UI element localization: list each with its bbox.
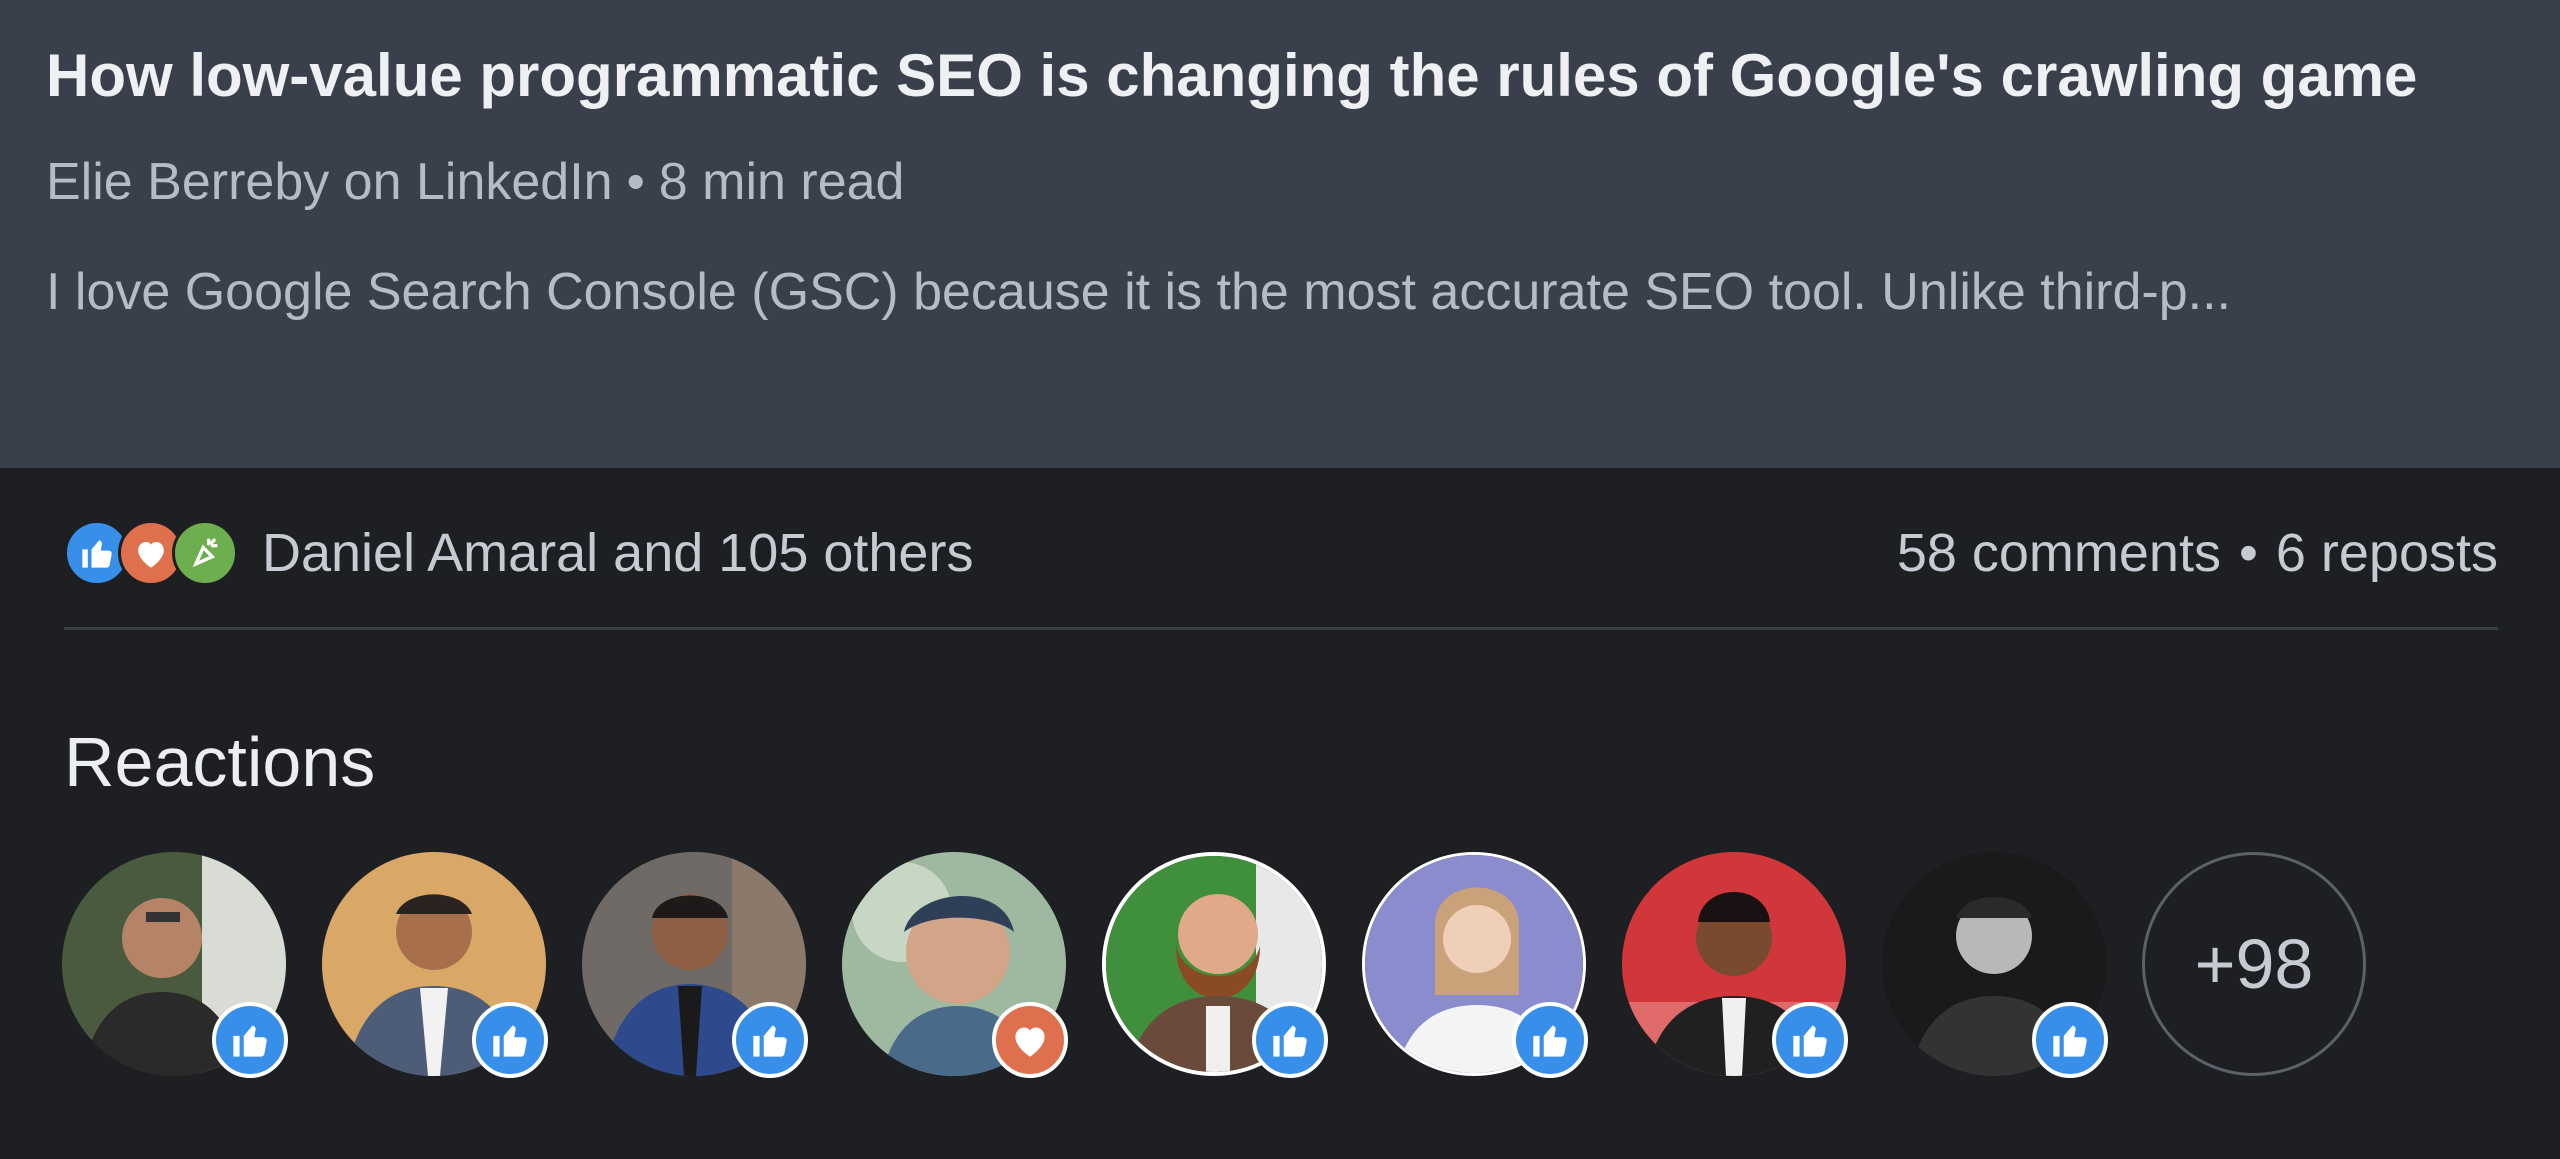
reactor-avatar-8[interactable] [1882,852,2108,1078]
like-badge-icon [472,1002,548,1078]
reactors-summary[interactable]: Daniel Amaral and 105 others [262,521,973,585]
reactor-avatar-6[interactable] [1362,852,1588,1078]
love-badge-icon [992,1002,1068,1078]
reactor-avatar-4[interactable] [842,852,1068,1078]
engagement-counts: 58 comments • 6 reposts [1897,521,2498,585]
reposts-count[interactable]: 6 reposts [2276,523,2498,583]
comments-count[interactable]: 58 comments [1897,523,2221,583]
like-badge-icon [212,1002,288,1078]
reactor-avatar-1[interactable] [62,852,288,1078]
reactor-avatar-2[interactable] [322,852,548,1078]
like-badge-icon [1512,1002,1588,1078]
article-preview-card[interactable]: How low-value programmatic SEO is changi… [0,0,2560,468]
article-title[interactable]: How low-value programmatic SEO is changi… [46,30,2506,122]
article-meta: Elie Berreby on LinkedIn • 8 min read [46,150,2514,214]
reaction-type-stack [64,520,238,586]
section-divider [64,627,2498,630]
meta-separator: • [626,153,645,211]
like-badge-icon [732,1002,808,1078]
celebrate-icon [172,520,238,586]
reactor-avatar-3[interactable] [582,852,808,1078]
like-badge-icon [1772,1002,1848,1078]
reaction-summary[interactable]: Daniel Amaral and 105 others [64,520,973,586]
article-excerpt: I love Google Search Console (GSC) becau… [46,263,2231,321]
social-counts-bar: Daniel Amaral and 105 others 58 comments… [64,508,2498,598]
reactors-list: +98 [62,852,2366,1078]
counts-separator: • [2238,523,2258,583]
like-badge-icon [1252,1002,1328,1078]
reactor-avatar-5[interactable] [1102,852,1328,1078]
like-badge-icon [2032,1002,2108,1078]
article-author-source: Elie Berreby on LinkedIn [46,153,613,211]
reactions-heading: Reactions [64,723,376,801]
reactor-avatar-7[interactable] [1622,852,1848,1078]
article-read-time: 8 min read [658,153,905,211]
more-reactors-button[interactable]: +98 [2142,852,2366,1076]
